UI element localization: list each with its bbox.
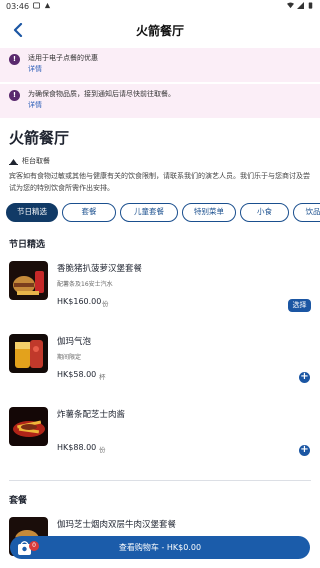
notice-details-link[interactable]: 详情: [28, 64, 98, 75]
item-price: HK$88.00: [57, 443, 97, 452]
item-description: 配薯条及16安士汽水: [57, 281, 113, 288]
notification-icon: [33, 1, 41, 11]
status-time: 03:46: [6, 1, 30, 11]
item-unit: 份: [102, 300, 109, 308]
restaurant-description: 宾客如有食物过敏或其他与健康有关的饮食限制，请联系我们的演艺人员。我们乐于与您商…: [9, 172, 310, 192]
add-button[interactable]: +: [299, 445, 310, 456]
info-icon: !: [9, 90, 20, 101]
cart-label: 查看购物车 - HK$0.00: [118, 543, 202, 552]
restaurant-info: 火箭餐厅 柜台取餐 宾客如有食物过敏或其他与健康有关的饮食限制，请联系我们的演艺…: [0, 127, 320, 194]
item-description: 期间限定: [57, 354, 82, 361]
media-icon: [44, 2, 51, 11]
tab-snacks[interactable]: 小食: [240, 203, 289, 222]
menu-item[interactable]: 伽玛气泡 期间限定 HK$58.00 杯 +: [0, 334, 320, 407]
notice-text: 为确保食物品质，接到通知后请尽快前往取餐。: [28, 90, 175, 98]
header-bar: 火箭餐厅: [0, 12, 320, 48]
item-price: HK$160.00: [57, 297, 102, 306]
food-image: [9, 334, 48, 373]
tab-drinks[interactable]: 饮品: [293, 203, 320, 222]
battery-icon: [307, 1, 314, 11]
item-unit: 杯: [99, 373, 106, 381]
item-price: HK$58.00: [57, 370, 97, 379]
section-divider: [9, 480, 311, 481]
notice-banner: ! 为确保食物品质，接到通知后请尽快前往取餐。 详情: [0, 84, 320, 118]
tab-combos[interactable]: 套餐: [62, 203, 116, 222]
item-name: 伽玛芝士烟肉双层牛肉汉堡套餐: [57, 520, 177, 530]
page-title: 火箭餐厅: [135, 23, 184, 38]
info-icon: !: [9, 54, 20, 65]
section-title: 套餐: [9, 496, 28, 506]
wifi-icon: [287, 1, 294, 11]
menu-item[interactable]: 炸薯条配芝士肉酱 HK$88.00 份 +: [0, 407, 320, 480]
view-cart-button[interactable]: 查看购物车 - HK$0.00: [10, 536, 310, 559]
chevron-left-icon: [13, 23, 23, 37]
pickup-label: 柜台取餐: [22, 157, 50, 165]
cart-count-badge: 0: [29, 541, 39, 551]
item-name: 炸薯条配芝士肉酱: [57, 410, 126, 420]
tab-kids-meals[interactable]: 儿童套餐: [120, 203, 178, 222]
counter-icon: [9, 158, 18, 165]
item-name: 香脆猪扒菠萝汉堡套餐: [57, 264, 143, 274]
section-title: 节日精选: [9, 240, 46, 250]
notice-details-link[interactable]: 详情: [28, 100, 175, 111]
category-tabs: 节日精选 套餐 儿童套餐 特别菜单 小食 饮品: [0, 201, 320, 225]
restaurant-name: 火箭餐厅: [9, 129, 70, 147]
pickup-method: 柜台取餐: [9, 156, 311, 166]
food-image: [9, 407, 48, 446]
signal-icon: [297, 1, 304, 11]
notice-text: 适用于电子点餐的优惠: [28, 54, 98, 62]
menu-item[interactable]: 香脆猪扒菠萝汉堡套餐 配薯条及16安士汽水 HK$160.00 份 选择: [0, 261, 320, 334]
food-image: [9, 261, 48, 300]
tab-festive-picks[interactable]: 节日精选: [6, 203, 58, 222]
tab-special-menu[interactable]: 特别菜单: [182, 203, 236, 222]
add-button[interactable]: +: [299, 372, 310, 383]
notice-banner: ! 适用于电子点餐的优惠 详情: [0, 48, 320, 82]
status-bar: 03:46: [0, 0, 320, 12]
back-button[interactable]: [8, 20, 28, 40]
select-button[interactable]: 选择: [288, 299, 311, 312]
item-name: 伽玛气泡: [57, 337, 92, 347]
item-unit: 份: [99, 446, 106, 454]
